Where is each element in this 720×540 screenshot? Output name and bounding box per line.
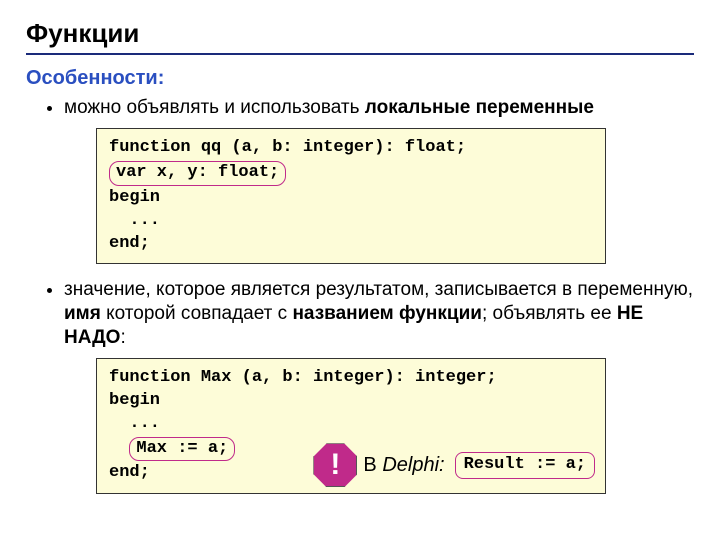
page-title: Функции bbox=[26, 18, 694, 49]
b2-bold1: имя bbox=[64, 303, 101, 324]
code1-line4: ... bbox=[109, 210, 593, 233]
b2-pre: значение, которое является результатом, … bbox=[64, 279, 693, 300]
bullet-list-2: значение, которое является результатом, … bbox=[26, 278, 694, 349]
code1-line1: function qq (a, b: integer): float; bbox=[109, 137, 593, 160]
bullet-1-bold: локальные переменные bbox=[365, 97, 594, 118]
result-highlight: Result := a; bbox=[455, 452, 595, 479]
bullet-1: можно объявлять и использовать локальные… bbox=[64, 96, 694, 120]
title-rule bbox=[26, 53, 694, 55]
code-block-1: function qq (a, b: integer): float; var … bbox=[96, 128, 606, 265]
subtitle: Особенности: bbox=[26, 67, 694, 90]
bullet-1-text: можно объявлять и использовать bbox=[64, 97, 365, 118]
warning-icon: ! bbox=[313, 443, 357, 487]
code2-line1: function Max (a, b: integer): integer; bbox=[109, 367, 593, 390]
code1-highlight-var: var x, y: float; bbox=[109, 161, 286, 186]
bullet-2: значение, которое является результатом, … bbox=[64, 278, 694, 349]
b2-bold2: названием функции bbox=[292, 303, 482, 324]
code1-line5: end; bbox=[109, 233, 593, 256]
warn-text: В Delphi: bbox=[363, 452, 444, 479]
code2-line2: begin bbox=[109, 390, 593, 413]
warn-delphi: Delphi: bbox=[382, 454, 444, 476]
code2-line3: ... bbox=[109, 413, 593, 436]
bullet-list: можно объявлять и использовать локальные… bbox=[26, 96, 694, 120]
delphi-callout: ! В Delphi: Result := a; bbox=[313, 443, 595, 487]
code-block-2: function Max (a, b: integer): integer; b… bbox=[96, 358, 606, 495]
b2-mid1: которой совпадает с bbox=[101, 303, 293, 324]
b2-end: : bbox=[120, 327, 125, 348]
b2-mid2: ; объявлять ее bbox=[482, 303, 617, 324]
warn-prefix: В bbox=[363, 454, 382, 476]
code1-line3: begin bbox=[109, 187, 593, 210]
code2-highlight-max: Max := a; bbox=[129, 437, 235, 462]
